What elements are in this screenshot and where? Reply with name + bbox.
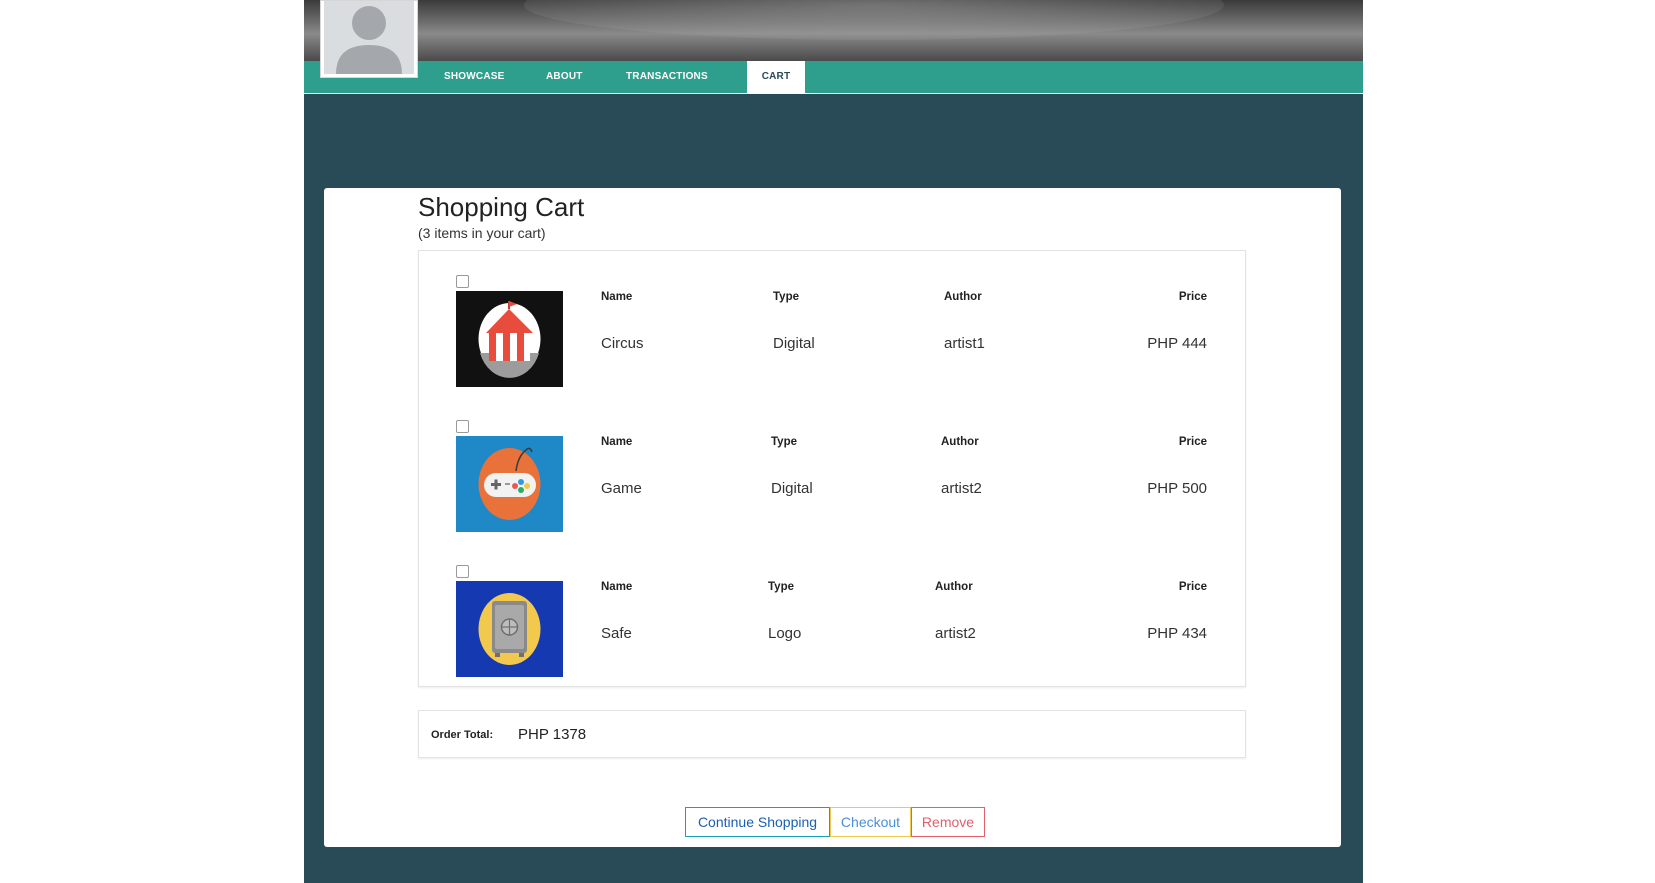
item-select-checkbox[interactable] bbox=[456, 275, 469, 288]
item-author-label: Author bbox=[944, 291, 982, 303]
item-name-label: Name bbox=[601, 581, 633, 593]
cart-item-count: (3 items in your cart) bbox=[418, 225, 546, 241]
default-user-icon bbox=[324, 1, 414, 74]
cart-item: Name Type Author Price Game Digital arti… bbox=[419, 396, 1245, 541]
item-price-label: Price bbox=[1178, 581, 1207, 593]
tab-transactions[interactable]: TRANSACTIONS bbox=[626, 61, 708, 93]
safe-icon[interactable] bbox=[456, 581, 563, 677]
tab-showcase[interactable]: SHOWCASE bbox=[444, 61, 505, 93]
item-name: Game bbox=[601, 480, 642, 497]
tab-cart[interactable]: CART bbox=[747, 61, 805, 93]
continue-shopping-button[interactable]: Continue Shopping bbox=[685, 807, 830, 837]
tab-about[interactable]: ABOUT bbox=[546, 61, 583, 93]
item-type: Logo bbox=[768, 625, 802, 642]
item-type: Digital bbox=[773, 335, 815, 352]
checkout-button[interactable]: Checkout bbox=[830, 807, 911, 837]
item-type-label: Type bbox=[771, 436, 797, 448]
item-price: PHP 434 bbox=[1147, 625, 1207, 642]
item-name: Safe bbox=[601, 625, 632, 642]
avatar[interactable] bbox=[320, 0, 418, 78]
order-total-box: Order Total: PHP 1378 bbox=[418, 710, 1246, 758]
cart-item: Name Type Author Price Safe Logo artist2… bbox=[419, 541, 1245, 686]
item-price-label: Price bbox=[1178, 291, 1207, 303]
circus-tent-icon[interactable] bbox=[456, 291, 563, 387]
item-author-label: Author bbox=[941, 436, 979, 448]
order-total-value: PHP 1378 bbox=[518, 726, 587, 743]
cart-item: Name Type Author Price Circus Digital ar… bbox=[419, 251, 1245, 396]
item-author: artist2 bbox=[935, 625, 976, 642]
item-name-label: Name bbox=[601, 291, 633, 303]
profile-page: SHOWCASE ABOUT TRANSACTIONS CART Shoppin… bbox=[304, 0, 1363, 883]
remove-button[interactable]: Remove bbox=[911, 807, 985, 837]
cover-banner bbox=[304, 0, 1363, 61]
item-author-label: Author bbox=[935, 581, 973, 593]
item-select-checkbox[interactable] bbox=[456, 420, 469, 433]
page-title: Shopping Cart bbox=[418, 192, 585, 222]
item-type: Digital bbox=[771, 480, 813, 497]
item-author: artist1 bbox=[944, 335, 985, 352]
item-name: Circus bbox=[601, 335, 644, 352]
item-name-label: Name bbox=[601, 436, 633, 448]
item-price-label: Price bbox=[1178, 436, 1207, 448]
cart-items-list: Name Type Author Price Circus Digital ar… bbox=[418, 250, 1246, 687]
item-price: PHP 444 bbox=[1147, 335, 1207, 352]
item-type-label: Type bbox=[768, 581, 794, 593]
item-type-label: Type bbox=[773, 291, 799, 303]
item-author: artist2 bbox=[941, 480, 982, 497]
item-select-checkbox[interactable] bbox=[456, 565, 469, 578]
order-total-label: Order Total: bbox=[431, 729, 494, 741]
cart-panel: Shopping Cart (3 items in your cart) Nam… bbox=[324, 188, 1341, 847]
game-controller-icon[interactable] bbox=[456, 436, 563, 532]
item-price: PHP 500 bbox=[1147, 480, 1207, 497]
